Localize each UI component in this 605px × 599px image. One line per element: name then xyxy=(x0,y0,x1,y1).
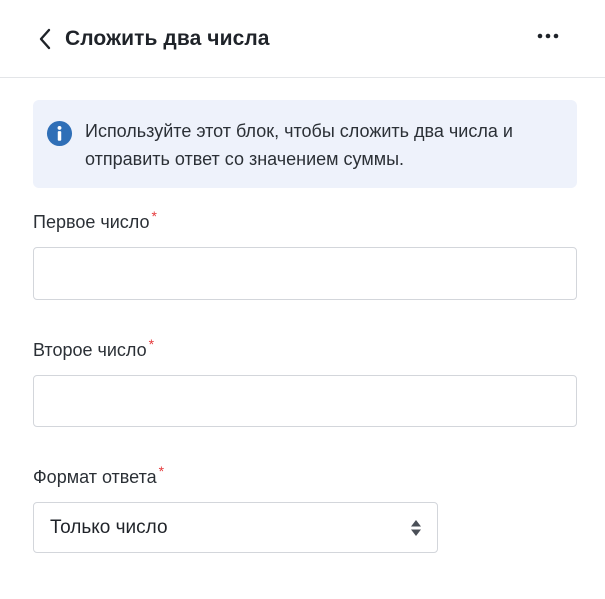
answer-format-field: Формат ответа * Только число xyxy=(33,463,577,553)
back-button[interactable] xyxy=(34,28,56,50)
info-icon xyxy=(46,120,73,147)
second-number-label: Второе число * xyxy=(33,336,155,360)
panel: Сложить два числа Используйте этот блок,… xyxy=(0,0,605,599)
required-mark: * xyxy=(158,463,165,479)
info-text: Используйте этот блок, чтобы сложить два… xyxy=(85,121,513,169)
second-number-field: Второе число * xyxy=(33,336,577,427)
page-title: Сложить два числа xyxy=(65,26,270,50)
required-mark: * xyxy=(148,336,155,352)
required-mark: * xyxy=(151,208,157,224)
first-number-input[interactable] xyxy=(33,247,577,300)
panel-header: Сложить два числа xyxy=(0,0,605,78)
more-options-button[interactable] xyxy=(531,24,565,48)
answer-format-selected-value: Только число xyxy=(50,516,168,538)
answer-format-select[interactable]: Только число xyxy=(33,502,438,553)
answer-format-label: Формат ответа * xyxy=(33,463,165,487)
first-number-label: Первое число * xyxy=(33,208,157,232)
second-number-input[interactable] xyxy=(33,375,577,427)
first-number-field: Первое число * xyxy=(33,208,577,300)
select-updown-icon xyxy=(411,519,421,536)
form-content: Используйте этот блок, чтобы сложить два… xyxy=(0,78,605,553)
info-banner: Используйте этот блок, чтобы сложить два… xyxy=(33,100,577,188)
more-horizontal-icon xyxy=(537,33,559,39)
chevron-left-icon xyxy=(39,28,51,49)
